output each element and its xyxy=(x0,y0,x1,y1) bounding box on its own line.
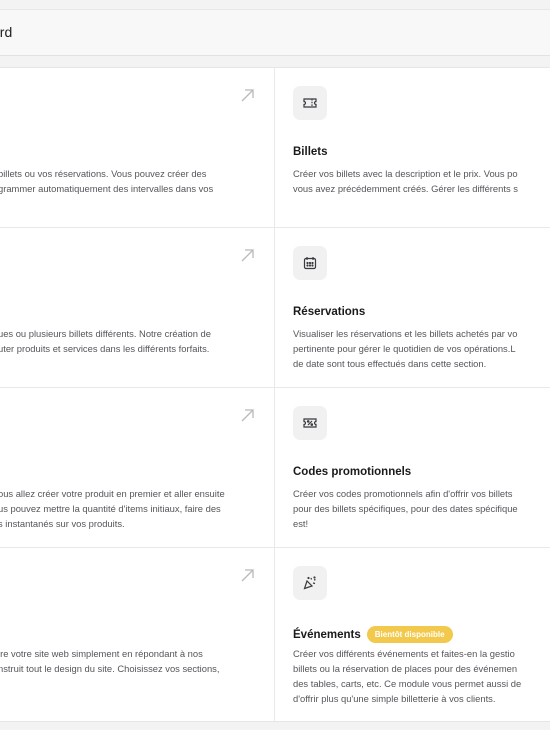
card-title: Billets xyxy=(293,146,328,158)
card-title-text: Événements xyxy=(293,629,361,641)
module-card-events[interactable]: Événements Bientôt disponible Créer vos d… xyxy=(275,548,550,708)
card-description: ire votre site web simplement en réponda… xyxy=(0,648,220,674)
module-card-promo-codes[interactable]: Codes promotionnels Créer vos codes prom… xyxy=(275,388,550,548)
arrow-up-right-icon[interactable] xyxy=(238,405,258,425)
discount-ticket-icon xyxy=(293,406,327,440)
page-title: ord xyxy=(0,24,13,40)
party-popper-icon xyxy=(293,566,327,600)
arrow-up-right-icon[interactable] xyxy=(238,245,258,265)
card-description: Créer vos billets avec la description et… xyxy=(293,168,518,194)
module-card-left[interactable]: ues ou plusieurs billets différents. Not… xyxy=(0,228,274,388)
module-card-left[interactable]: ous allez créer votre produit en premier… xyxy=(0,388,274,548)
card-description: Créer vos différents événements et faite… xyxy=(293,648,522,704)
module-row: ous allez créer votre produit en premier… xyxy=(0,388,550,548)
module-card-reservations[interactable]: Réservations Visualiser les réservations… xyxy=(275,228,550,388)
module-row: billets ou vos réservations. Vous pouvez… xyxy=(0,68,550,228)
card-title: Réservations xyxy=(293,306,366,318)
arrow-up-right-icon[interactable] xyxy=(238,565,258,585)
ticket-icon xyxy=(293,86,327,120)
card-title: Événements Bientôt disponible xyxy=(293,626,453,643)
modules-panel: billets ou vos réservations. Vous pouvez… xyxy=(0,67,550,722)
card-description: ous allez créer votre produit en premier… xyxy=(0,488,225,529)
module-card-left[interactable]: ire votre site web simplement en réponda… xyxy=(0,548,274,708)
module-card-left[interactable]: billets ou vos réservations. Vous pouvez… xyxy=(0,68,274,228)
module-row: ire votre site web simplement en réponda… xyxy=(0,548,550,708)
card-description: Créer vos codes promotionnels afin d'off… xyxy=(293,488,518,529)
card-description: Visualiser les réservations et les bille… xyxy=(293,328,518,369)
module-card-billets[interactable]: Billets Créer vos billets avec la descri… xyxy=(275,68,550,228)
card-description: ues ou plusieurs billets différents. Not… xyxy=(0,328,211,354)
card-title: Codes promotionnels xyxy=(293,466,412,478)
arrow-up-right-icon[interactable] xyxy=(238,85,258,105)
module-row: ues ou plusieurs billets différents. Not… xyxy=(0,228,550,388)
calendar-icon xyxy=(293,246,327,280)
coming-soon-badge: Bientôt disponible xyxy=(366,626,453,643)
card-description: billets ou vos réservations. Vous pouvez… xyxy=(0,168,214,194)
top-bar: ord xyxy=(0,9,550,56)
